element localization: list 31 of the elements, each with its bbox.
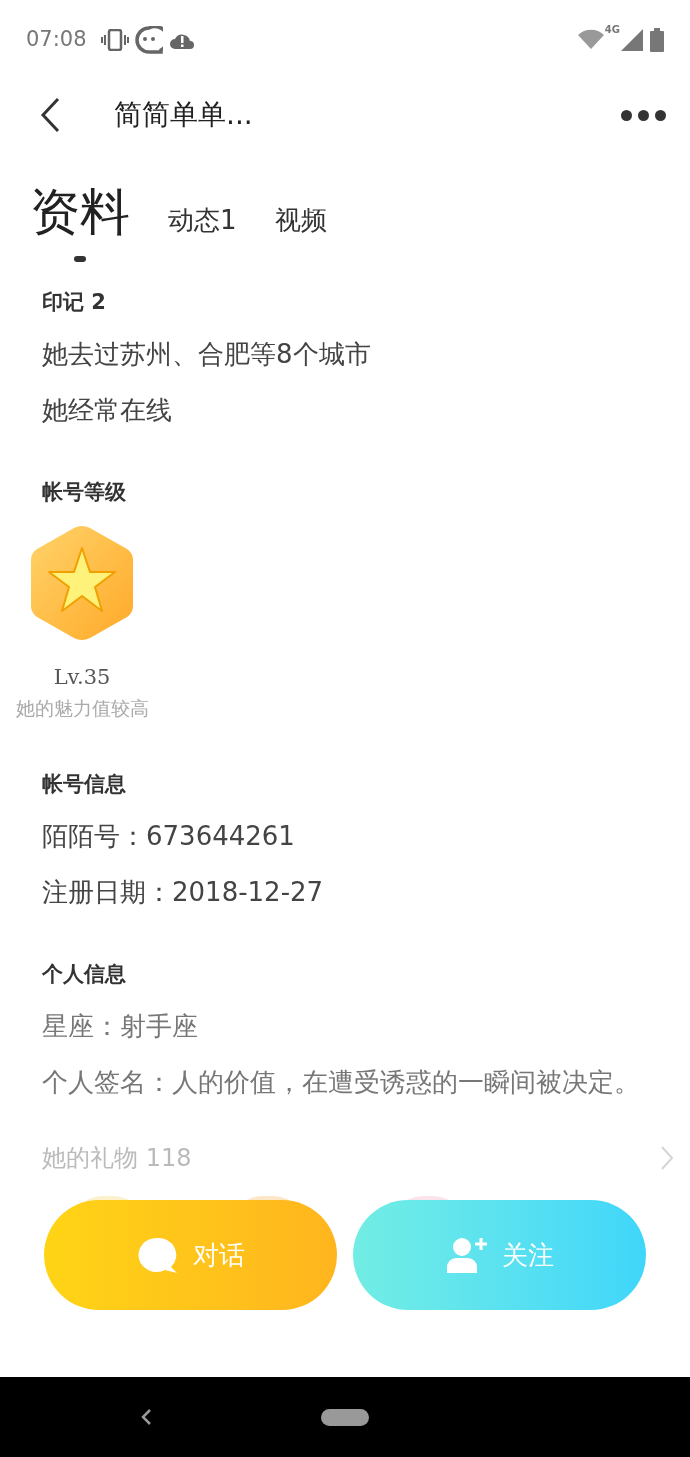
- wifi-icon: [576, 29, 605, 51]
- page-title: 简简单单...: [114, 97, 253, 133]
- profile-tab[interactable]: 视频: [274, 202, 327, 240]
- tab-indicator: [74, 256, 86, 262]
- info-text: 注册日期：2018-12-27: [42, 876, 325, 909]
- info-text: 她去过苏州、合肥等8个城市: [42, 338, 372, 371]
- profile-tab[interactable]: 资料: [30, 184, 130, 240]
- level-label: Lv.35: [53, 664, 111, 691]
- section-title: 帐号信息: [42, 771, 127, 798]
- level-caption: 她的魅力值较高: [15, 695, 149, 721]
- chat-bubble-icon: [134, 26, 163, 54]
- info-text: 星座：射手座: [42, 1010, 199, 1043]
- clock: 07:08: [26, 26, 87, 54]
- info-text: 陌陌号：673644261: [42, 820, 296, 853]
- network-type: 4G: [604, 23, 620, 37]
- info-text: 个人签名：人的价值，在遭受诱惑的一瞬间被决定。: [42, 1066, 641, 1099]
- speech-bubble-icon: [136, 1236, 179, 1274]
- vibrate-icon: [100, 29, 129, 51]
- add-person-icon: [445, 1237, 488, 1273]
- profile-tab[interactable]: 动态1: [168, 202, 237, 240]
- section-title: 个人信息: [42, 961, 127, 988]
- chevron-right-icon: [660, 1145, 674, 1171]
- battery-icon: [650, 28, 664, 52]
- section-title: 帐号等级: [42, 479, 127, 506]
- signal-icon: [620, 28, 644, 52]
- home-pill[interactable]: [321, 1408, 369, 1426]
- info-text: 她经常在线: [42, 394, 173, 427]
- section-title: 印记 2: [42, 289, 107, 316]
- star-badge-icon: [29, 524, 135, 642]
- nav-back-icon[interactable]: [140, 1408, 152, 1426]
- gifts-title: 她的礼物 118: [42, 1143, 192, 1174]
